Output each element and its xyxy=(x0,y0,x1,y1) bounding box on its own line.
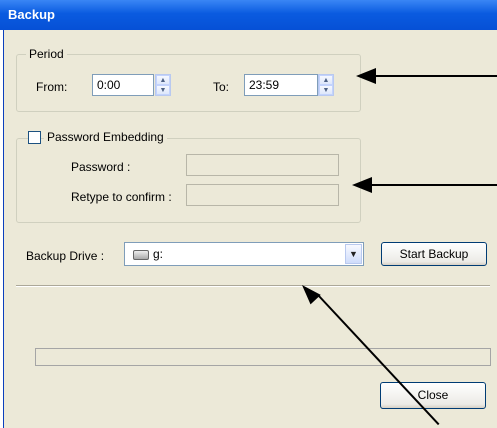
spin-up-icon[interactable]: ▲ xyxy=(156,75,170,85)
dialog-body: Period From: 0:00 ▲ ▼ To: 23:59 ▲ ▼ Pass… xyxy=(3,30,497,428)
to-time-spinner[interactable]: ▲ ▼ xyxy=(318,74,334,96)
password-embedding-checkbox[interactable] xyxy=(28,131,41,144)
password-input[interactable] xyxy=(186,154,339,176)
annotation-arrow-period xyxy=(373,75,497,77)
to-time-input[interactable]: 23:59 xyxy=(244,74,318,96)
start-backup-label: Start Backup xyxy=(399,247,469,261)
from-label: From: xyxy=(36,80,68,94)
backup-drive-select[interactable]: g: ▼ xyxy=(124,242,364,266)
retype-label: Retype to confirm : xyxy=(71,190,172,204)
from-time-spinner[interactable]: ▲ ▼ xyxy=(155,74,171,96)
start-backup-button[interactable]: Start Backup xyxy=(381,242,487,266)
period-group-label: Period xyxy=(26,47,67,61)
password-group xyxy=(16,138,361,223)
drive-icon xyxy=(133,250,149,260)
annotation-arrowhead-period xyxy=(356,68,376,84)
drive-value: g: xyxy=(153,247,164,261)
backup-dialog: Backup Period From: 0:00 ▲ ▼ To: 23:59 ▲… xyxy=(0,0,497,428)
close-label: Close xyxy=(417,388,449,402)
retype-password-input[interactable] xyxy=(186,184,339,206)
window-title: Backup xyxy=(8,7,55,22)
annotation-arrow-password xyxy=(370,184,497,186)
password-group-label: Password Embedding xyxy=(44,130,167,144)
spin-up-icon[interactable]: ▲ xyxy=(319,75,333,85)
backup-progress-bar xyxy=(35,348,491,366)
annotation-arrowhead-password xyxy=(352,177,372,193)
close-button[interactable]: Close xyxy=(380,382,486,409)
chevron-down-icon[interactable]: ▼ xyxy=(345,244,362,264)
password-label: Password : xyxy=(71,160,131,174)
spin-down-icon[interactable]: ▼ xyxy=(319,85,333,95)
separator-line xyxy=(16,285,490,287)
to-label: To: xyxy=(213,80,230,94)
from-time-input[interactable]: 0:00 xyxy=(92,74,154,96)
spin-down-icon[interactable]: ▼ xyxy=(156,85,170,95)
backup-drive-label: Backup Drive : xyxy=(26,249,105,263)
title-bar[interactable]: Backup xyxy=(0,0,497,30)
